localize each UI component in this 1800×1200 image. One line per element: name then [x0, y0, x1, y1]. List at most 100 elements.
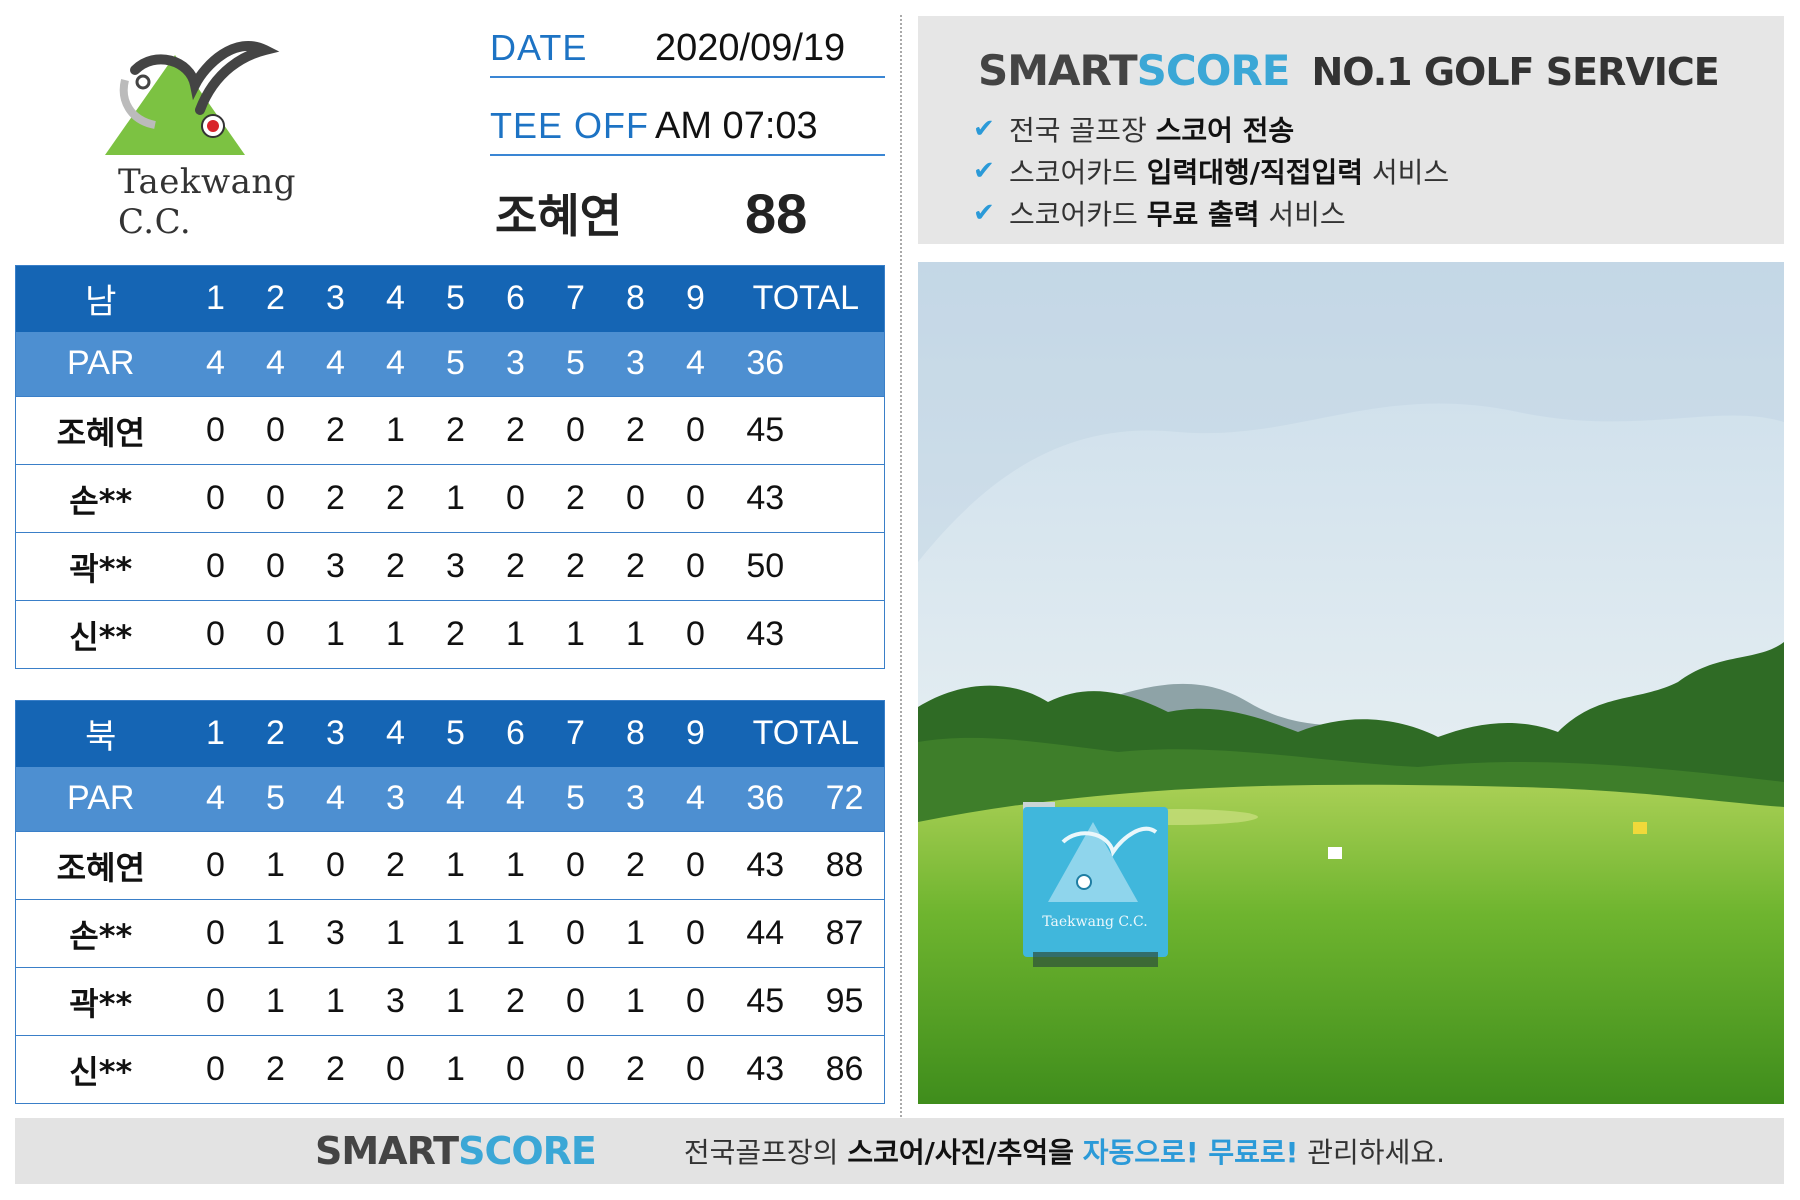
- score-cell: 1: [605, 899, 666, 968]
- item-emphasis: 스코어 전송: [1155, 114, 1295, 147]
- par-value: 5: [425, 331, 486, 397]
- table-row: 곽** 0 1 1 3 1 2 0 1 0 45 95: [15, 967, 885, 1036]
- score-cell: 3: [365, 967, 426, 1036]
- svg-text:Taekwang C.C.: Taekwang C.C.: [1042, 914, 1147, 930]
- score-cell: 2: [605, 1035, 666, 1104]
- par-value: 4: [185, 331, 246, 397]
- hole-number: 7: [545, 265, 606, 332]
- score-cell: 0: [185, 396, 246, 465]
- course-total-cell: 44: [725, 899, 805, 968]
- score-cell: 1: [425, 899, 486, 968]
- score-cell: 0: [245, 532, 306, 601]
- score-cell: 2: [305, 464, 366, 533]
- hole-number: 7: [545, 700, 606, 767]
- score-cell: 3: [305, 899, 366, 968]
- course-total-cell: 50: [725, 532, 805, 601]
- score-cell: 2: [605, 396, 666, 465]
- table-row: 곽** 0 0 3 2 3 2 2 2 0 50: [15, 532, 885, 601]
- par-value: 4: [665, 331, 726, 397]
- course-total-cell: 43: [725, 600, 805, 669]
- hole-number: 3: [305, 700, 366, 767]
- score-cell: 1: [485, 831, 546, 900]
- check-icon: ✔: [973, 156, 995, 186]
- hole-number: 5: [425, 265, 486, 332]
- par-value: 4: [665, 766, 726, 832]
- check-icon: ✔: [973, 114, 995, 144]
- hole-number: 8: [605, 700, 666, 767]
- par-grand-total: 72: [805, 766, 885, 832]
- score-cell: 2: [305, 1035, 366, 1104]
- score-cell: 0: [665, 899, 726, 968]
- player-name-cell: 신**: [15, 1035, 186, 1104]
- promo-tagline: NO.1 GOLF SERVICE: [1311, 50, 1719, 94]
- vertical-divider: [900, 15, 902, 1125]
- player-name-cell: 곽**: [15, 532, 186, 601]
- score-table-south: 남 1 2 3 4 5 6 7 8 9 TOTAL PAR 4 4 4 4 5 …: [15, 265, 885, 669]
- slogan-text: 전국골프장의: [683, 1136, 848, 1169]
- grand-total-cell: 88: [805, 831, 885, 900]
- promo-list: ✔ 전국 골프장 스코어 전송 ✔ 스코어카드 입력대행/직접입력 서비스 ✔ …: [973, 108, 1449, 234]
- hole-number: 1: [185, 700, 246, 767]
- bottom-banner: SMARTSCORE 전국골프장의 스코어/사진/추억을 자동으로! 무료로! …: [15, 1118, 1784, 1184]
- item-text: 전국 골프장: [1009, 114, 1156, 147]
- par-row: PAR 4 4 4 4 5 3 5 3 4 36: [15, 331, 885, 397]
- par-value: 4: [245, 331, 306, 397]
- par-value: 4: [485, 766, 546, 832]
- total-label: TOTAL: [725, 700, 885, 767]
- score-cell: 0: [545, 831, 606, 900]
- club-logo: Taekwang C.C.: [95, 30, 365, 242]
- score-cell: 2: [425, 396, 486, 465]
- score-cell: 1: [545, 600, 606, 669]
- brand-smart: SMART: [315, 1129, 459, 1173]
- score-cell: 1: [485, 600, 546, 669]
- hole-number: 4: [365, 700, 426, 767]
- grand-total-cell: 95: [805, 967, 885, 1036]
- tee-off-value: AM 07:03: [655, 104, 818, 147]
- par-value: 4: [305, 331, 366, 397]
- par-total: 36: [725, 766, 805, 832]
- tee-marker: Taekwang C.C.: [1023, 807, 1168, 967]
- score-cell: 1: [305, 600, 366, 669]
- table-row: 조혜연 0 1 0 2 1 1 0 2 0 43 88: [15, 831, 885, 900]
- score-cell: 2: [305, 396, 366, 465]
- total-label: TOTAL: [725, 265, 885, 332]
- score-cell: 1: [425, 831, 486, 900]
- score-cell: 1: [425, 1035, 486, 1104]
- score-cell: 0: [185, 899, 246, 968]
- score-cell: 0: [305, 831, 366, 900]
- par-value: 4: [305, 766, 366, 832]
- hole-number: 2: [245, 700, 306, 767]
- par-row: PAR 4 5 4 3 4 4 5 3 4 36 72: [15, 766, 885, 832]
- score-cell: 0: [485, 1035, 546, 1104]
- score-cell: 0: [185, 532, 246, 601]
- grand-total-cell: 87: [805, 899, 885, 968]
- score-cell: 0: [545, 396, 606, 465]
- slogan-highlight: 자동으로! 무료로!: [1082, 1136, 1299, 1169]
- list-item: ✔ 전국 골프장 스코어 전송: [973, 108, 1449, 150]
- promo-box: SMART SCORE NO.1 GOLF SERVICE ✔ 전국 골프장 스코…: [918, 16, 1784, 244]
- score-cell: 0: [185, 600, 246, 669]
- list-item: ✔ 스코어카드 무료 출력 서비스: [973, 192, 1449, 234]
- score-cell: 0: [545, 899, 606, 968]
- golf-course-photo: Taekwang C.C.: [918, 262, 1784, 1104]
- club-logo-icon: [105, 40, 280, 155]
- score-cell: 1: [245, 967, 306, 1036]
- score-cell: 2: [605, 831, 666, 900]
- hole-number: 5: [425, 700, 486, 767]
- brand-score: SCORE: [1136, 46, 1291, 95]
- score-cell: 1: [245, 831, 306, 900]
- score-cell: 1: [605, 967, 666, 1036]
- score-cell: 2: [245, 1035, 306, 1104]
- grand-total-cell: [805, 600, 885, 669]
- hole-number: 6: [485, 700, 546, 767]
- table-row: 신** 0 0 1 1 2 1 1 1 0 43: [15, 600, 885, 669]
- grand-total-cell: 86: [805, 1035, 885, 1104]
- score-cell: 2: [365, 532, 426, 601]
- score-cell: 2: [485, 967, 546, 1036]
- player-total-score: 88: [745, 181, 808, 245]
- score-cell: 0: [665, 1035, 726, 1104]
- brand-score: SCORE: [458, 1129, 597, 1173]
- hole-number: 9: [665, 265, 726, 332]
- player-name-cell: 손**: [15, 899, 186, 968]
- par-value: 4: [365, 331, 426, 397]
